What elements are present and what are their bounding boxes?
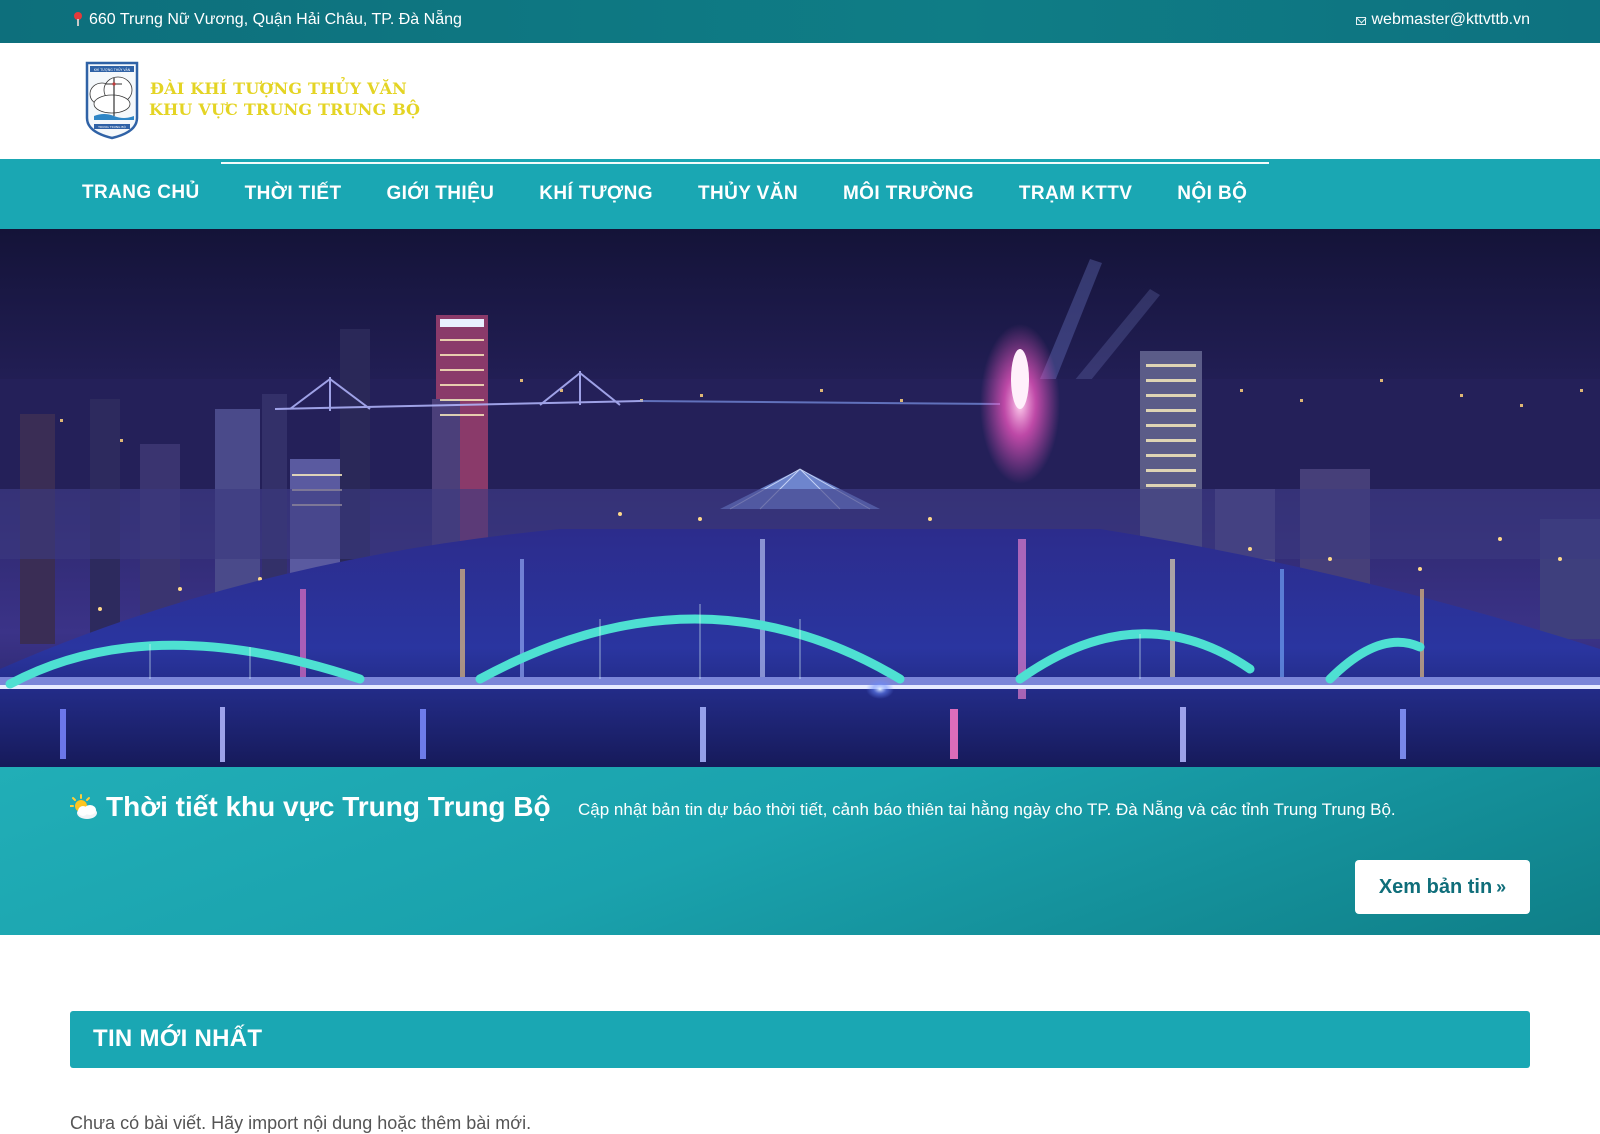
nav-menu: TRANG CHỦ THỜI TIẾT GIỚI THIỆU KHÍ TƯỢNG… (82, 159, 1292, 229)
nav-item-thuy-van[interactable]: THỦY VĂN (698, 183, 798, 205)
city-night-image (0, 229, 1600, 767)
view-bulletin-button[interactable]: Xem bản tin » (1355, 860, 1530, 914)
top-bar: 660 Trưng Nữ Vương, Quận Hải Châu, TP. Đ… (0, 0, 1600, 43)
brand-line-2: KHU VỰC TRUNG TRUNG BỘ (149, 100, 421, 119)
envelope-icon (1356, 17, 1367, 25)
logo-top-text: KHÍ TƯỢNG THỦY VĂN (94, 67, 131, 72)
weather-title: Thời tiết khu vực Trung Trung Bộ (70, 791, 551, 823)
latest-news-header: TIN MỚI NHẤT (70, 1011, 1530, 1068)
nav-item-noi-bo[interactable]: NỘI BỘ (1177, 183, 1247, 205)
map-pin-icon (73, 12, 83, 28)
view-bulletin-label: Xem bản tin (1378, 875, 1493, 898)
address: 660 Trưng Nữ Vương, Quận Hải Châu, TP. Đ… (73, 11, 462, 29)
nav-item-tram-kttv[interactable]: TRẠM KTTV (1019, 183, 1132, 205)
weather-description: Cập nhật bản tin dự báo thời tiết, cảnh … (578, 800, 1396, 819)
site-brand[interactable]: ĐÀI KHÍ TƯỢNG THỦY VĂN KHU VỰC TRUNG TRU… (149, 78, 421, 120)
nav-item-trang-chu[interactable]: TRANG CHỦ (82, 182, 200, 204)
nav-item-moi-truong[interactable]: MÔI TRƯỜNG (843, 183, 974, 205)
logo-emblem-icon[interactable]: KHÍ TƯỢNG THỦY VĂN TRUNG TRUNG BỘ (84, 60, 140, 140)
address-text: 660 Trưng Nữ Vương, Quận Hải Châu, TP. Đ… (89, 11, 462, 28)
email-contact[interactable]: webmaster@kttvttb.vn (1356, 11, 1530, 29)
nav-item-gioi-thieu[interactable]: GIỚI THIỆU (386, 183, 494, 205)
hero-banner (0, 229, 1600, 767)
sun-cloud-icon (70, 794, 97, 819)
weather-title-text: Thời tiết khu vực Trung Trung Bộ (106, 791, 551, 822)
email-text[interactable]: webmaster@kttvttb.vn (1371, 11, 1530, 29)
weather-banner: Thời tiết khu vực Trung Trung Bộ Cập nhậ… (0, 767, 1600, 935)
latest-news-heading: TIN MỚI NHẤT (93, 1025, 263, 1052)
site-header: KHÍ TƯỢNG THỦY VĂN TRUNG TRUNG BỘ ĐÀI KH… (0, 43, 1600, 159)
news-empty-message: Chưa có bài viết. Hãy import nội dung ho… (70, 1113, 532, 1133)
nav-item-thoi-tiet[interactable]: THỜI TIẾT (245, 183, 342, 205)
brand-line-1: ĐÀI KHÍ TƯỢNG THỦY VĂN (150, 79, 408, 98)
double-chevron-right-icon: » (1496, 876, 1507, 897)
nav-item-khi-tuong[interactable]: KHÍ TƯỢNG (539, 183, 653, 205)
main-nav: TRANG CHỦ THỜI TIẾT GIỚI THIỆU KHÍ TƯỢNG… (0, 159, 1600, 229)
logo-bottom-text: TRUNG TRUNG BỘ (97, 124, 126, 129)
